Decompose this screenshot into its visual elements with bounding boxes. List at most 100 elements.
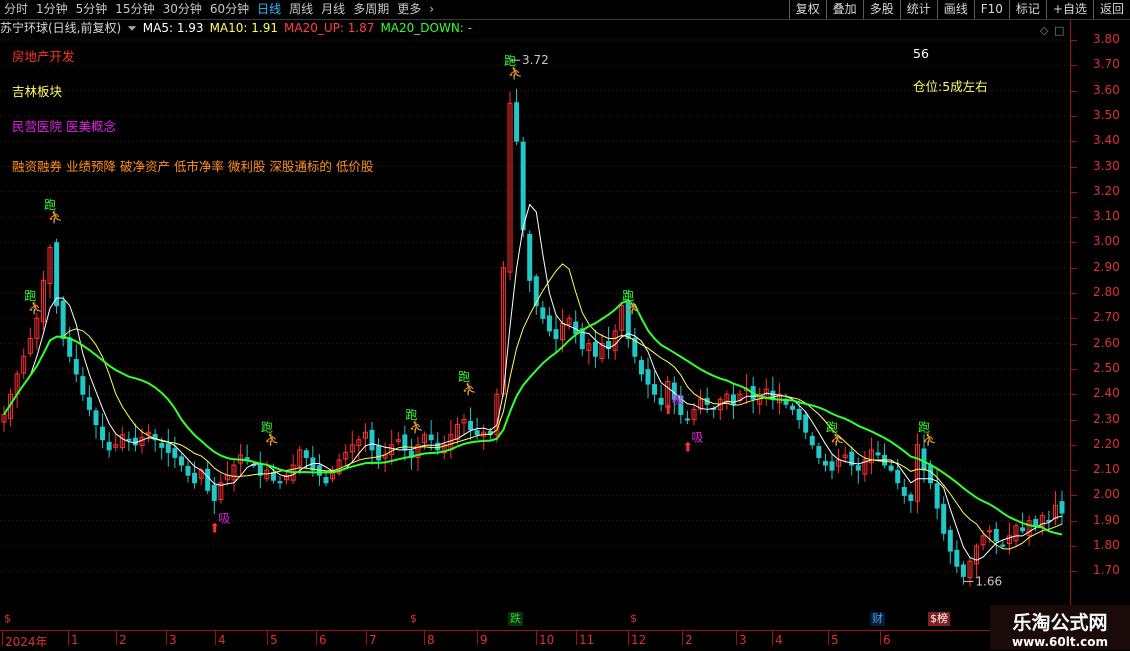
event-marker[interactable]: $ (2, 612, 13, 626)
price-label: 1.80 (1093, 538, 1120, 552)
time-tick (576, 631, 577, 645)
candle-body (553, 329, 559, 340)
event-strip: $ $ 跌 $ 财 $榜 (0, 612, 1070, 628)
candle-body (652, 384, 658, 395)
event-marker[interactable]: $榜 (928, 612, 950, 626)
period-tab-6[interactable]: 日线 (253, 0, 285, 19)
ma10-line (3, 263, 1063, 550)
candle-body (895, 470, 901, 484)
candle-body (855, 465, 861, 471)
time-label: 2 (119, 633, 127, 647)
function-buttons: 复权 叠加 多股 统计 画线 F10 标记 +自选 返回 (788, 0, 1130, 19)
price-tick (1071, 217, 1077, 219)
time-tick (166, 631, 167, 645)
time-axis: 2024年 1 2 3 4 5 6 7 8 9 10 11 12 2 3 4 5 6 (0, 630, 1070, 651)
candle-body (928, 465, 934, 484)
toolbar-button-8[interactable]: 返回 (1092, 0, 1130, 19)
period-tab-1[interactable]: 1分钟 (32, 0, 72, 19)
sector-note-1: 房地产开发 (12, 49, 75, 64)
candle-body (211, 484, 217, 501)
time-label: 1 (71, 633, 79, 647)
candle-body (803, 414, 809, 433)
event-marker[interactable]: $ (628, 612, 639, 626)
event-marker[interactable]: 财 (870, 612, 885, 626)
price-label: 3.40 (1093, 133, 1120, 148)
watermark: 乐淘公式网 www.60lt.com (990, 605, 1130, 650)
price-tick (1071, 394, 1077, 396)
time-label: 5 (270, 633, 278, 647)
candle-body (132, 437, 138, 446)
candle-body (428, 434, 434, 441)
candle-body (533, 276, 539, 307)
period-tab-5[interactable]: 60分钟 (206, 0, 253, 19)
period-tab-3[interactable]: 15分钟 (111, 0, 158, 19)
candle-body (790, 405, 796, 410)
watermark-title: 乐淘公式网 (1012, 612, 1108, 634)
price-tick (1071, 520, 1077, 522)
price-label: 3.60 (1093, 82, 1120, 97)
toolbar-button-3[interactable]: 统计 (899, 0, 937, 19)
price-tick (1071, 141, 1077, 143)
kline-chart[interactable]: 3.72 1.66 ⛹ 跑 ⛹ 跑 ⛹ 跑 ⛹ 跑 ⛹ 跑 ⛹ 跑 ⛹ 跑 ⛹ 跑 ⛹ 跑 ⬆ 吸 ⬆ 吸 ⬆ 吸 ◇ □ (0, 20, 1070, 605)
toolbar-button-2[interactable]: 多股 (862, 0, 900, 19)
price-label: 2.80 (1093, 285, 1120, 299)
candle-body (126, 438, 132, 441)
price-label: 3.50 (1093, 107, 1120, 122)
candle-body (1033, 519, 1039, 527)
candle-body (592, 341, 598, 357)
time-label: 2 (685, 633, 693, 647)
period-tab-9[interactable]: 多周期 (349, 0, 393, 19)
price-tick (1071, 40, 1077, 41)
candle-body (941, 503, 947, 534)
toolbar-button-1[interactable]: 叠加 (825, 0, 863, 19)
period-tab-7[interactable]: 周线 (285, 0, 317, 19)
toolbar-button-7[interactable]: +自选 (1045, 0, 1093, 19)
candle-body (474, 430, 480, 436)
price-label: 2.70 (1093, 310, 1120, 325)
candle-body (172, 448, 178, 458)
period-tab-4[interactable]: 30分钟 (159, 0, 206, 19)
period-tab-10[interactable]: 更多 (393, 0, 425, 19)
toolbar-button-5[interactable]: F10 (973, 0, 1009, 19)
high-label: 3.72 (522, 53, 549, 67)
candle-body (100, 426, 106, 441)
candle-body (816, 446, 822, 458)
candle-body (73, 359, 79, 375)
period-tab-0[interactable]: 分时 (0, 0, 32, 19)
price-label: 2.50 (1093, 360, 1120, 375)
time-label: 3 (169, 633, 177, 647)
candle-body (93, 410, 99, 426)
candle-body (527, 233, 533, 281)
time-label: 7 (369, 633, 377, 647)
price-tick (1071, 444, 1077, 446)
toolbar-button-4[interactable]: 画线 (936, 0, 974, 19)
candle-body (277, 481, 283, 484)
toolbar-button-0[interactable]: 复权 (788, 0, 826, 19)
sector-note-2: 吉林板块 (12, 84, 63, 99)
price-axis: 3.80 3.70 3.60 3.50 3.40 3.30 3.20 3.10 3.00 2.90… (1070, 20, 1130, 605)
period-tab-2[interactable]: 5分钟 (72, 0, 112, 19)
price-tick (1071, 166, 1077, 168)
price-label: 3.00 (1093, 234, 1120, 249)
price-tick (1071, 470, 1077, 472)
absorb-label: 吸 (691, 431, 703, 445)
candle-body (954, 549, 960, 567)
candle-body (67, 337, 73, 357)
event-marker[interactable]: $ (408, 612, 419, 626)
time-label: 3 (739, 633, 747, 647)
absorb-label: 吸 (218, 512, 230, 526)
time-tick (366, 631, 367, 645)
candle-body (638, 359, 644, 375)
candle-body (987, 530, 993, 533)
period-tab-8[interactable]: 月线 (317, 0, 349, 19)
price-tick (1071, 368, 1077, 370)
candle-body (901, 487, 907, 496)
price-tick (1071, 267, 1077, 269)
toolbar-button-6[interactable]: 标记 (1008, 0, 1046, 19)
event-marker[interactable]: 跌 (508, 612, 523, 626)
candle-body (809, 435, 815, 446)
time-tick (828, 631, 829, 645)
more-chevron-icon[interactable]: › (425, 0, 438, 19)
price-tick (1071, 90, 1077, 92)
candle-body (205, 468, 211, 491)
